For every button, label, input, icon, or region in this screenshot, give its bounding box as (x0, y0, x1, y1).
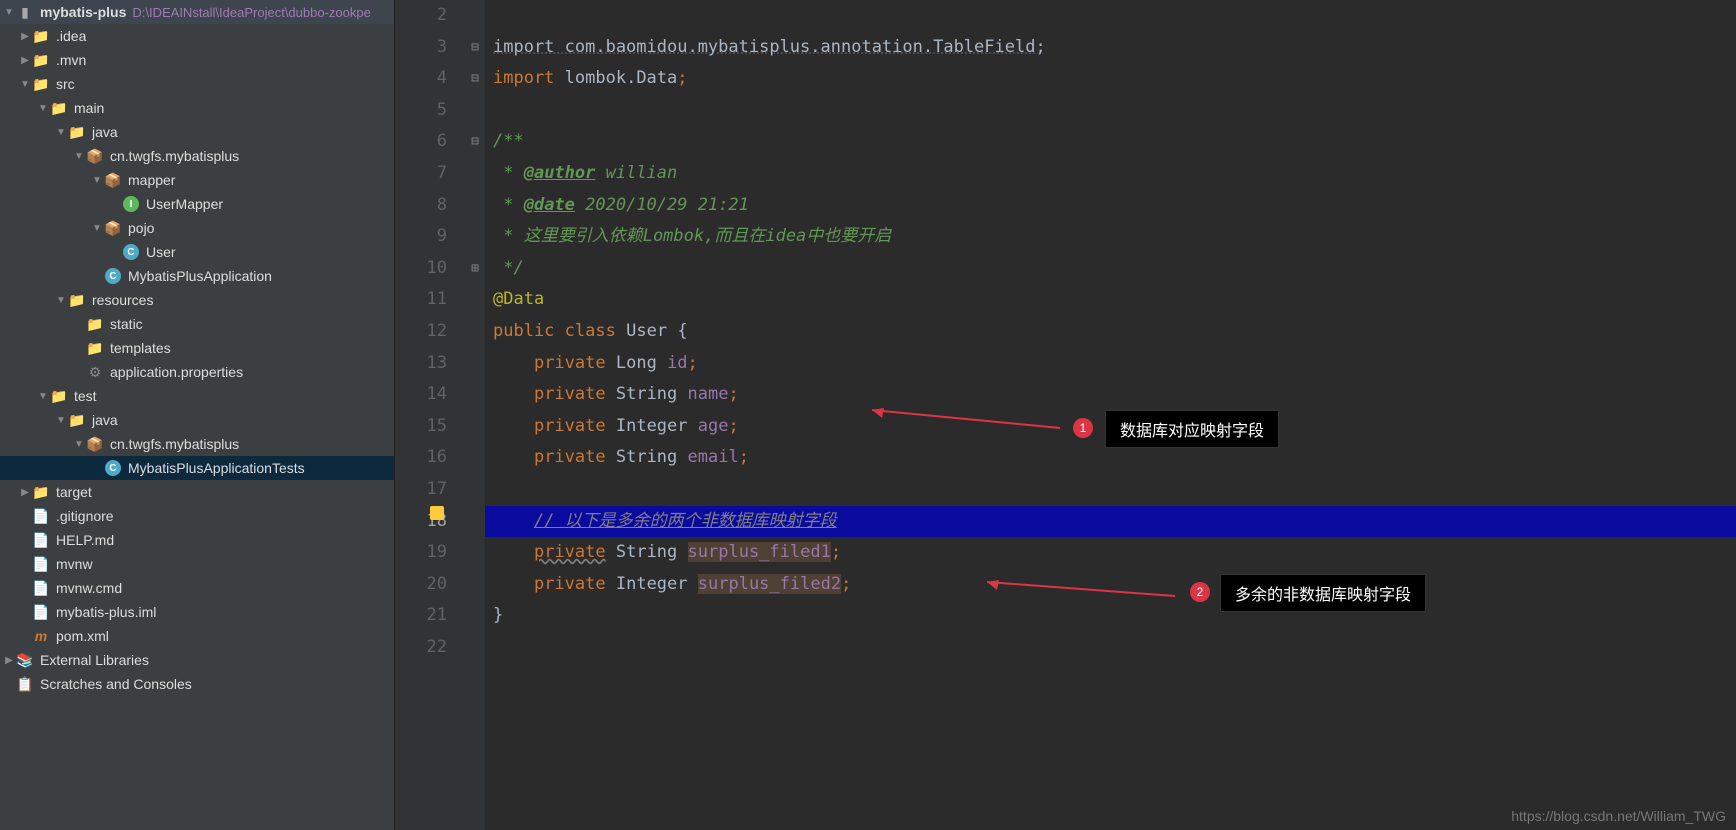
scratch-icon: 📋 (16, 676, 34, 692)
tree-item-user[interactable]: CUser (0, 240, 394, 264)
chevron-right-icon: ▶ (2, 655, 16, 666)
properties-file-icon: ⚙ (86, 364, 104, 380)
file-icon: 📄 (32, 580, 50, 596)
package-icon: 📦 (86, 436, 104, 452)
project-name: mybatis-plus (40, 4, 126, 20)
chevron-down-icon: ▼ (54, 127, 68, 138)
chevron-down-icon: ▼ (36, 103, 50, 114)
file-icon: 📄 (32, 604, 50, 620)
tree-item-templates[interactable]: 📁templates (0, 336, 394, 360)
chevron-down-icon: ▼ (2, 7, 16, 18)
tree-item-pom[interactable]: mpom.xml (0, 624, 394, 648)
tree-item-app[interactable]: CMybatisPlusApplication (0, 264, 394, 288)
chevron-right-icon: ▶ (18, 31, 32, 42)
annotation-label-2: 多余的非数据库映射字段 (1220, 574, 1426, 612)
lightbulb-icon[interactable] (430, 506, 444, 520)
chevron-down-icon: ▼ (90, 223, 104, 234)
chevron-down-icon: ▼ (54, 415, 68, 426)
tree-item-src[interactable]: ▼📁src (0, 72, 394, 96)
resources-folder-icon: 📁 (68, 292, 86, 308)
folder-icon: 📁 (32, 76, 50, 92)
tree-item-iml[interactable]: 📄mybatis-plus.iml (0, 600, 394, 624)
interface-icon: I (122, 196, 140, 212)
project-icon: ▮ (16, 4, 34, 20)
library-icon: 📚 (16, 652, 34, 668)
maven-file-icon: m (32, 628, 50, 644)
project-tree[interactable]: ▼ ▮ mybatis-plus D:\IDEAINstall\IdeaProj… (0, 0, 395, 830)
annotation-badge-2: 2 (1190, 582, 1210, 602)
chevron-down-icon: ▼ (72, 151, 86, 162)
tree-item-mapper[interactable]: ▼📦mapper (0, 168, 394, 192)
folder-icon: 📁 (86, 316, 104, 332)
package-icon: 📦 (104, 220, 122, 236)
chevron-down-icon: ▼ (72, 439, 86, 450)
tree-item-appprops[interactable]: ⚙application.properties (0, 360, 394, 384)
excluded-folder-icon: 📁 (32, 484, 50, 500)
markdown-file-icon: 📄 (32, 532, 50, 548)
folder-icon: 📁 (86, 340, 104, 356)
folder-icon: 📁 (50, 388, 68, 404)
tree-item-extlib[interactable]: ▶📚External Libraries (0, 648, 394, 672)
project-root[interactable]: ▼ ▮ mybatis-plus D:\IDEAINstall\IdeaProj… (0, 0, 394, 24)
file-icon: 📄 (32, 556, 50, 572)
test-source-folder-icon: 📁 (68, 412, 86, 428)
tree-item-scratch[interactable]: 📋Scratches and Consoles (0, 672, 394, 696)
chevron-down-icon: ▼ (36, 391, 50, 402)
class-icon: C (104, 268, 122, 284)
import-statement: import com.baomidou.mybatisplus.annotati… (493, 37, 1046, 57)
tree-item-java[interactable]: ▼📁java (0, 120, 394, 144)
file-icon: 📄 (32, 508, 50, 524)
tree-item-main[interactable]: ▼📁main (0, 96, 394, 120)
line-gutter: 2345 6789 10111213 14151617 1819202122 (395, 0, 465, 830)
tree-item-static[interactable]: 📁static (0, 312, 394, 336)
package-icon: 📦 (104, 172, 122, 188)
comment-text: // 以下是多余的两个非数据库映射字段 (534, 511, 837, 531)
tree-item-pojo[interactable]: ▼📦pojo (0, 216, 394, 240)
chevron-down-icon: ▼ (54, 295, 68, 306)
chevron-down-icon: ▼ (18, 79, 32, 90)
fold-gutter[interactable]: ⊟⊟ ⊟ ⊞ (465, 0, 485, 830)
chevron-right-icon: ▶ (18, 55, 32, 66)
tree-item-java-test[interactable]: ▼📁java (0, 408, 394, 432)
tree-item-gitignore[interactable]: 📄.gitignore (0, 504, 394, 528)
annotation-label-1: 数据库对应映射字段 (1105, 410, 1279, 448)
tree-item-resources[interactable]: ▼📁resources (0, 288, 394, 312)
tree-item-package[interactable]: ▼📦cn.twgfs.mybatisplus (0, 144, 394, 168)
code-editor[interactable]: 2345 6789 10111213 14151617 1819202122 ⊟… (395, 0, 1736, 830)
tree-item-help[interactable]: 📄HELP.md (0, 528, 394, 552)
tree-item-test[interactable]: ▼📁test (0, 384, 394, 408)
package-icon: 📦 (86, 148, 104, 164)
annotation-badge-1: 1 (1073, 418, 1093, 438)
tree-item-mvnw[interactable]: 📄mvnw (0, 552, 394, 576)
folder-icon: 📁 (32, 52, 50, 68)
tree-item-apptests[interactable]: CMybatisPlusApplicationTests (0, 456, 394, 480)
watermark: https://blog.csdn.net/William_TWG (1511, 808, 1726, 824)
tree-item-mvnwcmd[interactable]: 📄mvnw.cmd (0, 576, 394, 600)
tree-item-idea[interactable]: ▶📁.idea (0, 24, 394, 48)
folder-icon: 📁 (32, 28, 50, 44)
class-icon: C (104, 460, 122, 476)
tree-item-mvn[interactable]: ▶📁.mvn (0, 48, 394, 72)
chevron-right-icon: ▶ (18, 487, 32, 498)
tree-item-package-test[interactable]: ▼📦cn.twgfs.mybatisplus (0, 432, 394, 456)
chevron-down-icon: ▼ (90, 175, 104, 186)
project-path: D:\IDEAINstall\IdeaProject\dubbo-zookpe (132, 5, 370, 20)
class-icon: C (122, 244, 140, 260)
tree-item-target[interactable]: ▶📁target (0, 480, 394, 504)
code-content[interactable]: import com.baomidou.mybatisplus.annotati… (485, 0, 1736, 830)
folder-icon: 📁 (50, 100, 68, 116)
tree-item-usermapper[interactable]: IUserMapper (0, 192, 394, 216)
source-folder-icon: 📁 (68, 124, 86, 140)
